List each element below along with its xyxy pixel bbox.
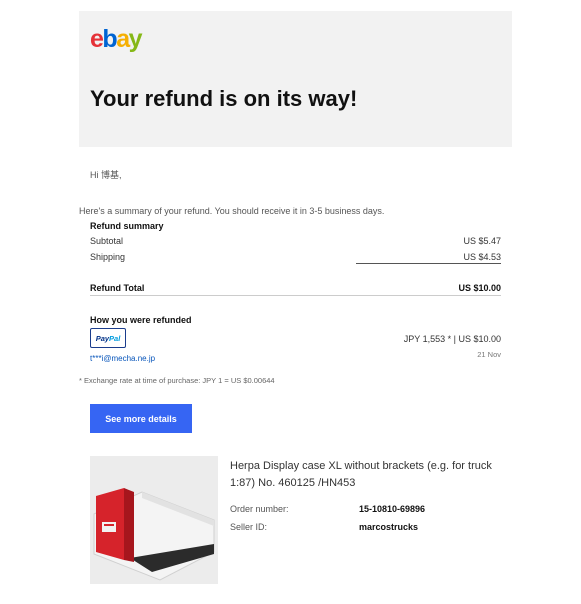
subtotal-divider	[356, 263, 501, 264]
subtotal-label: Subtotal	[90, 236, 124, 246]
paypal-logo: PayPal	[90, 328, 126, 348]
order-number-label: Order number:	[230, 504, 289, 514]
exchange-rate-note: * Exchange rate at time of purchase: JPY…	[79, 376, 275, 385]
refund-method-title: How you were refunded	[90, 315, 192, 325]
item-title[interactable]: Herpa Display case XL without brackets (…	[230, 458, 500, 492]
paypal-logo-pal: Pal	[109, 333, 121, 343]
subtotal-value: US $5.47	[463, 236, 501, 246]
logo-letter-y: y	[128, 25, 143, 53]
seller-id-label: Seller ID:	[230, 522, 268, 532]
product-image[interactable]	[90, 456, 218, 584]
refund-total-label: Refund Total	[90, 283, 145, 293]
logo-letter-e: e	[90, 25, 104, 53]
total-divider	[90, 295, 501, 296]
paypal-logo-pay: Pay	[95, 333, 110, 343]
seller-id-value: marcostrucks	[359, 522, 419, 532]
email-header: ebay Your refund is on its way!	[79, 11, 512, 147]
refund-date: 21 Nov	[477, 350, 501, 359]
logo-letter-a: a	[116, 25, 130, 53]
shipping-label: Shipping	[90, 252, 126, 262]
shipping-value: US $4.53	[463, 252, 501, 262]
see-more-details-button[interactable]: See more details	[90, 404, 192, 433]
greeting: Hi 博基,	[90, 170, 122, 180]
display-case-picture	[90, 456, 218, 584]
page-title: Your refund is on its way!	[90, 86, 358, 111]
ebay-logo[interactable]: ebay	[90, 25, 143, 53]
summary-intro: Here's a summary of your refund. You sho…	[79, 206, 385, 216]
refund-amount: JPY 1,553 * | US $10.00	[403, 334, 501, 344]
paypal-email: t***i@mecha.ne.jp	[90, 354, 156, 363]
order-number-value: 15-10810-69896	[359, 504, 426, 514]
refund-total-value: US $10.00	[458, 283, 501, 293]
logo-letter-b: b	[102, 25, 117, 53]
refund-summary-title: Refund summary	[90, 221, 164, 231]
